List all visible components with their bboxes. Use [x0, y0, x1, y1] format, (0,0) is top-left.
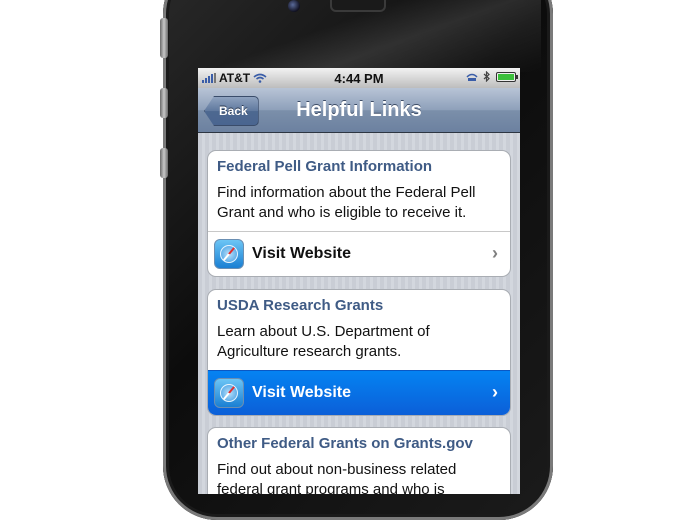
volume-up-button: [160, 88, 168, 118]
navigation-bar: Back Helpful Links: [198, 88, 520, 133]
chevron-right-icon: ›: [492, 382, 498, 402]
battery-icon: [496, 71, 518, 82]
link-card: USDA Research Grants Learn about U.S. De…: [207, 289, 511, 416]
visit-website-row[interactable]: Visit Website ›: [208, 370, 510, 415]
safari-compass-icon: [214, 378, 244, 408]
card-description: Learn about U.S. Department of Agricultu…: [217, 323, 430, 360]
visit-website-label: Visit Website: [252, 245, 351, 262]
status-right: [466, 71, 518, 82]
bluetooth-icon: [483, 71, 490, 82]
card-title: Federal Pell Grant Information: [217, 158, 433, 175]
page-title: Helpful Links: [296, 99, 422, 121]
card-description: Find information about the Federal Pell …: [217, 184, 476, 221]
visit-website-label: Visit Website: [252, 384, 351, 401]
safari-compass-icon: [214, 239, 244, 269]
visit-website-row[interactable]: Visit Website ›: [208, 231, 510, 276]
silent-switch: [160, 18, 168, 58]
card-description: Find out about non-business related fede…: [217, 461, 457, 494]
screen: AT&T 4:44 PM Back Helpful Links Federal …: [198, 68, 520, 494]
front-camera: [288, 0, 300, 12]
link-card: Federal Pell Grant Information Find info…: [207, 150, 511, 277]
card-title: Other Federal Grants on Grants.gov: [217, 435, 473, 452]
status-bar: AT&T 4:44 PM: [198, 68, 520, 88]
chevron-right-icon: ›: [492, 243, 498, 263]
network-activity-icon: [466, 73, 478, 81]
earpiece-speaker: [330, 0, 386, 12]
volume-down-button: [160, 148, 168, 178]
card-title: USDA Research Grants: [217, 297, 384, 314]
link-card: Other Federal Grants on Grants.gov Find …: [207, 427, 511, 494]
